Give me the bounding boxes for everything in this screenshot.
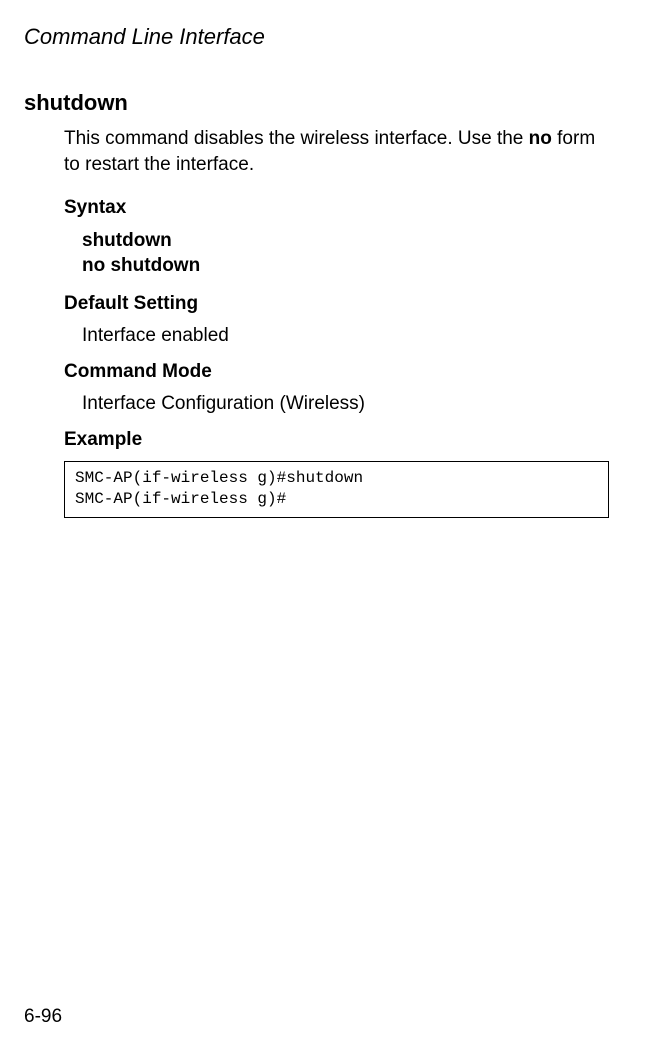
syntax-block: shutdown no shutdown [82, 229, 609, 278]
page-number: 6-96 [24, 1006, 62, 1028]
example-code-block: SMC-AP(if-wireless g)#shutdown SMC-AP(if… [64, 461, 609, 518]
syntax-heading: Syntax [64, 197, 609, 219]
default-setting-heading: Default Setting [64, 293, 609, 315]
default-setting-value: Interface enabled [82, 325, 609, 347]
syntax-line-2: no shutdown [82, 254, 609, 279]
command-mode-heading: Command Mode [64, 361, 609, 383]
command-description: This command disables the wireless inter… [64, 126, 609, 177]
description-bold-word: no [529, 128, 552, 149]
command-title: shutdown [24, 90, 609, 116]
chapter-title: Command Line Interface [24, 24, 609, 50]
syntax-line-1: shutdown [82, 229, 609, 254]
command-mode-value: Interface Configuration (Wireless) [82, 393, 609, 415]
description-pre: This command disables the wireless inter… [64, 128, 529, 149]
example-heading: Example [64, 429, 609, 451]
